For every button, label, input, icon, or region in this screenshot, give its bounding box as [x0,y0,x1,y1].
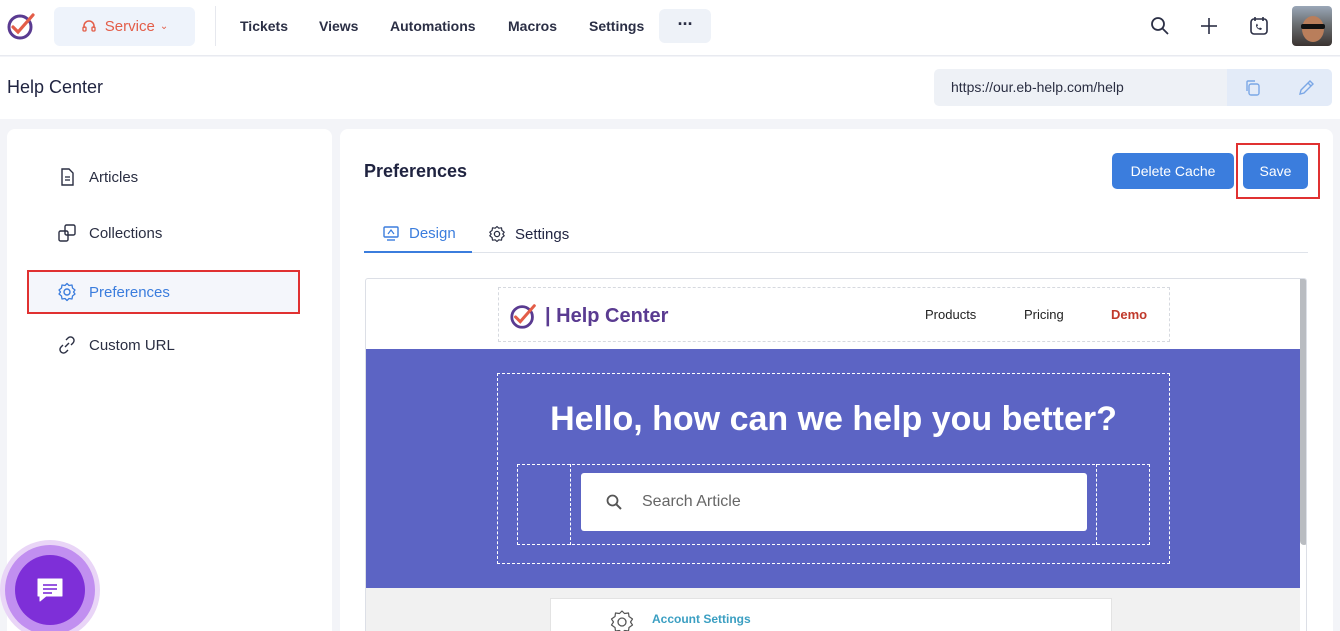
preview-link-demo[interactable]: Demo [1111,307,1147,322]
chat-widget-button[interactable] [0,540,100,631]
sidebar-item-label: Articles [89,168,139,186]
nav-settings[interactable]: Settings [589,18,644,34]
sidebar-item-label: Preferences [89,283,170,301]
tab-bar: Design Settings [364,209,1308,253]
headset-icon [82,19,96,32]
search-column-box: Search Article [570,464,1097,545]
sidebar-item-custom-url[interactable]: Custom URL [57,333,175,357]
preferences-panel: Preferences Delete Cache Save Design Set… [340,129,1333,631]
sidebar-item-preferences-content: Preferences [57,280,170,304]
help-center-url-field[interactable]: https://our.eb-help.com/help [934,69,1332,106]
chat-widget-core [15,555,85,625]
account-settings-label: Account Settings [652,612,751,626]
save-button[interactable]: Save [1243,153,1308,189]
gear-icon [58,282,76,302]
top-navbar: Service ⌄ Tickets Views Automations Macr… [0,0,1340,56]
account-settings-card[interactable]: Account Settings [550,598,1112,631]
plus-icon[interactable] [1198,15,1220,37]
sidebar-item-label: Custom URL [89,336,175,354]
sidebar-item-label: Collections [89,224,163,242]
document-icon [61,168,74,186]
preview-content-area: Account Settings [366,588,1300,631]
hero-section-box: Hello, how can we help you better? Searc… [497,373,1170,564]
nav-macros[interactable]: Macros [508,18,557,34]
pencil-icon[interactable] [1297,79,1315,97]
panel-title: Preferences [364,161,468,181]
nav-views[interactable]: Views [319,18,358,34]
chat-icon [37,578,63,602]
collections-icon [58,224,76,242]
sidebar-item-collections[interactable]: Collections [57,221,162,245]
search-section-box: Search Article [517,464,1150,545]
service-label: Service [104,18,155,35]
page-header: Help Center https://our.eb-help.com/help [0,57,1340,119]
nav-automations[interactable]: Automations [390,18,476,34]
avatar-glasses [1301,24,1325,29]
sidebar-item-preferences[interactable]: Preferences [27,270,300,314]
user-avatar[interactable] [1292,6,1332,46]
preview-header: | Help Center Products Pricing Demo [498,287,1170,342]
preview-scrollbar[interactable] [1300,279,1306,545]
chat-widget-ring [5,545,95,631]
tab-design[interactable]: Design [364,215,472,253]
more-menu-button[interactable]: ··· [659,9,711,43]
app-logo-icon[interactable] [6,10,38,42]
nav-tickets[interactable]: Tickets [240,18,288,34]
preview-brand: | Help Center [545,305,669,327]
preview-search-input[interactable]: Search Article [581,473,1087,531]
nav-divider [215,6,216,46]
url-actions [1227,69,1332,106]
tab-label: Design [409,224,456,242]
help-center-preview: | Help Center Products Pricing Demo Hell… [365,278,1307,631]
sidebar-item-articles[interactable]: Articles [57,165,138,189]
chevron-down-icon: ⌄ [159,21,169,32]
phone-calendar-icon[interactable] [1248,15,1270,37]
delete-cache-button[interactable]: Delete Cache [1112,153,1234,189]
gear-icon [610,610,634,631]
copy-icon[interactable] [1244,79,1262,97]
service-switcher-button[interactable]: Service ⌄ [54,7,195,46]
brand-logo-icon [510,304,536,329]
search-placeholder: Search Article [642,493,741,510]
avatar-face [1302,16,1324,42]
hero-title: Hello, how can we help you better? [550,400,1117,438]
page-title: Help Center [7,77,104,97]
tab-label: Settings [515,225,570,243]
preview-link-products[interactable]: Products [925,307,976,322]
link-icon [59,336,75,354]
search-icon[interactable] [1149,15,1171,37]
help-center-url: https://our.eb-help.com/help [951,79,1124,95]
tab-settings[interactable]: Settings [488,215,569,253]
monitor-icon [383,226,399,241]
search-icon [606,494,622,510]
preview-link-pricing[interactable]: Pricing [1024,307,1064,322]
gear-icon [489,225,505,243]
preview-hero: Hello, how can we help you better? Searc… [366,349,1300,588]
